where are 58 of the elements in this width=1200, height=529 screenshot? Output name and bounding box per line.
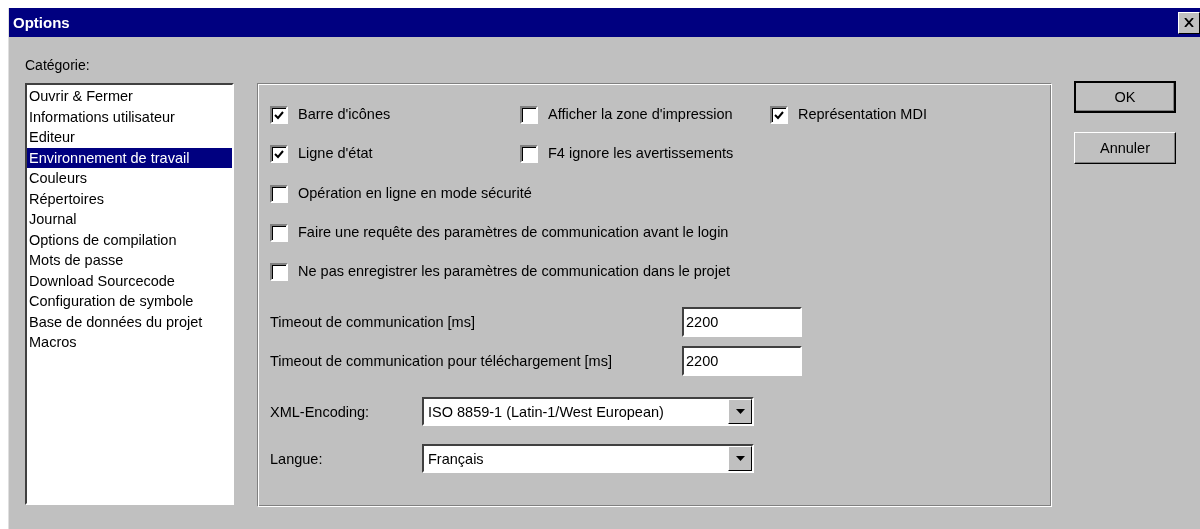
- checkmark-icon: [274, 149, 284, 159]
- category-item[interactable]: Editeur: [27, 127, 232, 148]
- checkbox[interactable]: [270, 223, 288, 242]
- checkmark-icon: [774, 110, 784, 120]
- checkbox-label: Représentation MDI: [798, 106, 927, 122]
- category-item[interactable]: Informations utilisateur: [27, 106, 232, 127]
- category-item[interactable]: Ouvrir & Fermer: [27, 86, 232, 107]
- checkbox-option[interactable]: Barre d'icônes: [270, 106, 520, 126]
- checkbox-label: Afficher la zone d'impression: [548, 106, 733, 122]
- caret-icon: [735, 409, 745, 415]
- dropdown-button[interactable]: [728, 446, 752, 472]
- dropdown[interactable]: ISO 8859-1 (Latin-1/West European): [422, 397, 754, 427]
- checkbox-option[interactable]: Opération en ligne en mode sécurité: [270, 184, 532, 205]
- category-item[interactable]: Répertoires: [27, 188, 232, 209]
- checkbox-option[interactable]: Faire une requête des paramètres de communication avant le login: [270, 223, 729, 244]
- input-field[interactable]: 2200: [682, 346, 802, 376]
- dropdown-label: XML-Encoding:: [270, 404, 371, 420]
- field-label: Timeout de communication pour téléchargement [ms]: [270, 353, 613, 369]
- category-item[interactable]: Options de compilation: [27, 229, 232, 250]
- category-label: Catégorie:: [25, 57, 91, 75]
- checkbox-label: Barre d'icônes: [298, 106, 391, 122]
- checkbox-option[interactable]: Afficher la zone d'impression: [520, 106, 770, 126]
- checkbox-option[interactable]: Représentation MDI: [770, 106, 927, 126]
- checkbox-option[interactable]: F4 ignore les avertissements: [520, 145, 770, 166]
- checkbox-label: F4 ignore les avertissements: [548, 145, 734, 162]
- checkbox-label: Opération en ligne en mode sécurité: [298, 184, 532, 201]
- checkbox[interactable]: [520, 106, 538, 124]
- checkbox[interactable]: [270, 106, 288, 124]
- checkbox[interactable]: [270, 145, 288, 164]
- dropdown-button[interactable]: [728, 399, 752, 425]
- checkbox[interactable]: [770, 106, 788, 124]
- caret-icon: [735, 456, 745, 462]
- dropdown[interactable]: Français: [422, 444, 754, 474]
- category-item[interactable]: Mots de passe: [27, 250, 232, 271]
- input-field[interactable]: 2200: [682, 307, 802, 337]
- checkbox[interactable]: [270, 263, 288, 282]
- window-title: Options: [13, 14, 70, 31]
- category-item[interactable]: Configuration de symbole: [27, 291, 232, 312]
- field-label: Timeout de communication [ms]: [270, 314, 476, 330]
- category-item[interactable]: Base de données du projet: [27, 311, 232, 332]
- checkbox-label: Ligne d'état: [298, 145, 373, 162]
- category-item[interactable]: Couleurs: [27, 168, 232, 189]
- category-item[interactable]: Macros: [27, 332, 232, 353]
- close-icon: [1184, 18, 1194, 27]
- checkmark-icon: [274, 110, 284, 120]
- checkbox-option[interactable]: Ne pas enregistrer les paramètres de communication dans le projet: [270, 263, 730, 284]
- close-button[interactable]: [1178, 11, 1200, 34]
- checkbox-option[interactable]: Ligne d'état: [270, 145, 520, 166]
- checkbox-label: Ne pas enregistrer les paramètres de communication dans le projet: [298, 263, 730, 280]
- checkbox[interactable]: [520, 145, 538, 164]
- checkbox[interactable]: [270, 184, 288, 203]
- checkbox-label: Faire une requête des paramètres de communication avant le login: [298, 223, 729, 240]
- ok-button[interactable]: OK: [1074, 81, 1176, 113]
- category-item[interactable]: Environnement de travail: [27, 147, 232, 168]
- cancel-button[interactable]: Annuler: [1074, 132, 1176, 164]
- category-item[interactable]: Download Sourcecode: [27, 270, 232, 291]
- dropdown-label: Langue:: [270, 451, 324, 467]
- category-item[interactable]: Journal: [27, 209, 232, 230]
